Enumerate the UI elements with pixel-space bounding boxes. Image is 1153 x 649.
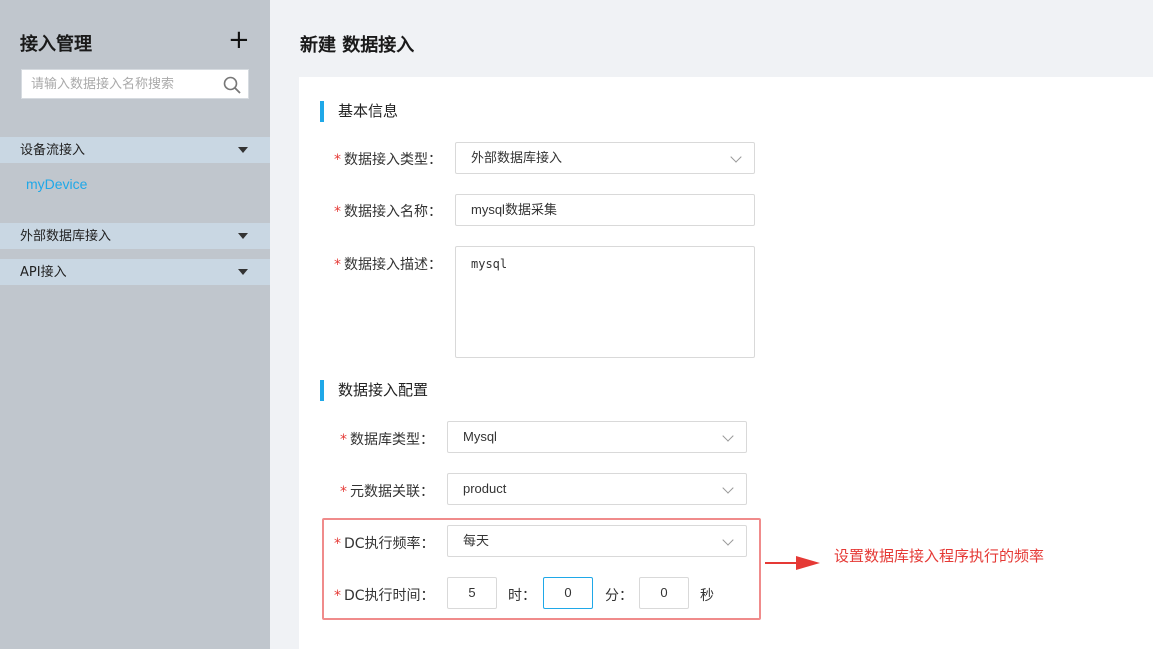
caret-down-icon [238,269,248,275]
required-mark: * [334,257,341,273]
access-name-input[interactable]: mysql数据采集 [455,194,755,226]
access-desc-textarea[interactable]: mysql [455,246,755,358]
search-input[interactable] [22,70,212,98]
sidebar-item-mydevice[interactable]: myDevice [26,176,87,192]
search-box [21,69,249,99]
required-mark: * [334,152,341,168]
desc-label: * 数据接入描述： [334,257,442,273]
chevron-down-icon [722,430,734,442]
sidebar-group-label: 外部数据库接入 [20,229,112,244]
access-type-select[interactable]: 外部数据库接入 [455,142,755,174]
page-title: 新建 数据接入 [300,35,415,56]
section-title-basic: 基本信息 [320,101,398,122]
sidebar-group-external-db[interactable]: 外部数据库接入 [0,223,270,249]
caret-down-icon [238,147,248,153]
chevron-down-icon [722,482,734,494]
sidebar-group-label: 设备流接入 [20,143,86,158]
sidebar-group-label: API接入 [20,265,67,280]
add-icon[interactable]: + [228,27,250,53]
db-type-label: * 数据库类型： [340,432,434,448]
type-label: * 数据接入类型： [334,152,442,168]
chevron-down-icon [730,151,742,163]
required-mark: * [340,484,347,500]
name-label: * 数据接入名称： [334,204,442,220]
sidebar-group-api[interactable]: API接入 [0,259,270,285]
sidebar: 接入管理 + 设备流接入 myDevice 外部数据库接入 API接入 [0,0,270,649]
db-type-select[interactable]: Mysql [447,421,747,453]
annotation-highlight-box [322,518,761,620]
sidebar-title: 接入管理 [20,34,92,55]
annotation-text: 设置数据库接入程序执行的频率 [834,547,1045,565]
search-icon[interactable] [223,76,241,94]
required-mark: * [340,432,347,448]
annotation-arrow-icon [765,556,820,570]
meta-select[interactable]: product [447,473,747,505]
meta-label: * 元数据关联： [340,484,434,500]
required-mark: * [334,204,341,220]
sidebar-group-device-stream[interactable]: 设备流接入 [0,137,270,163]
section-title-config: 数据接入配置 [320,380,428,401]
caret-down-icon [238,233,248,239]
